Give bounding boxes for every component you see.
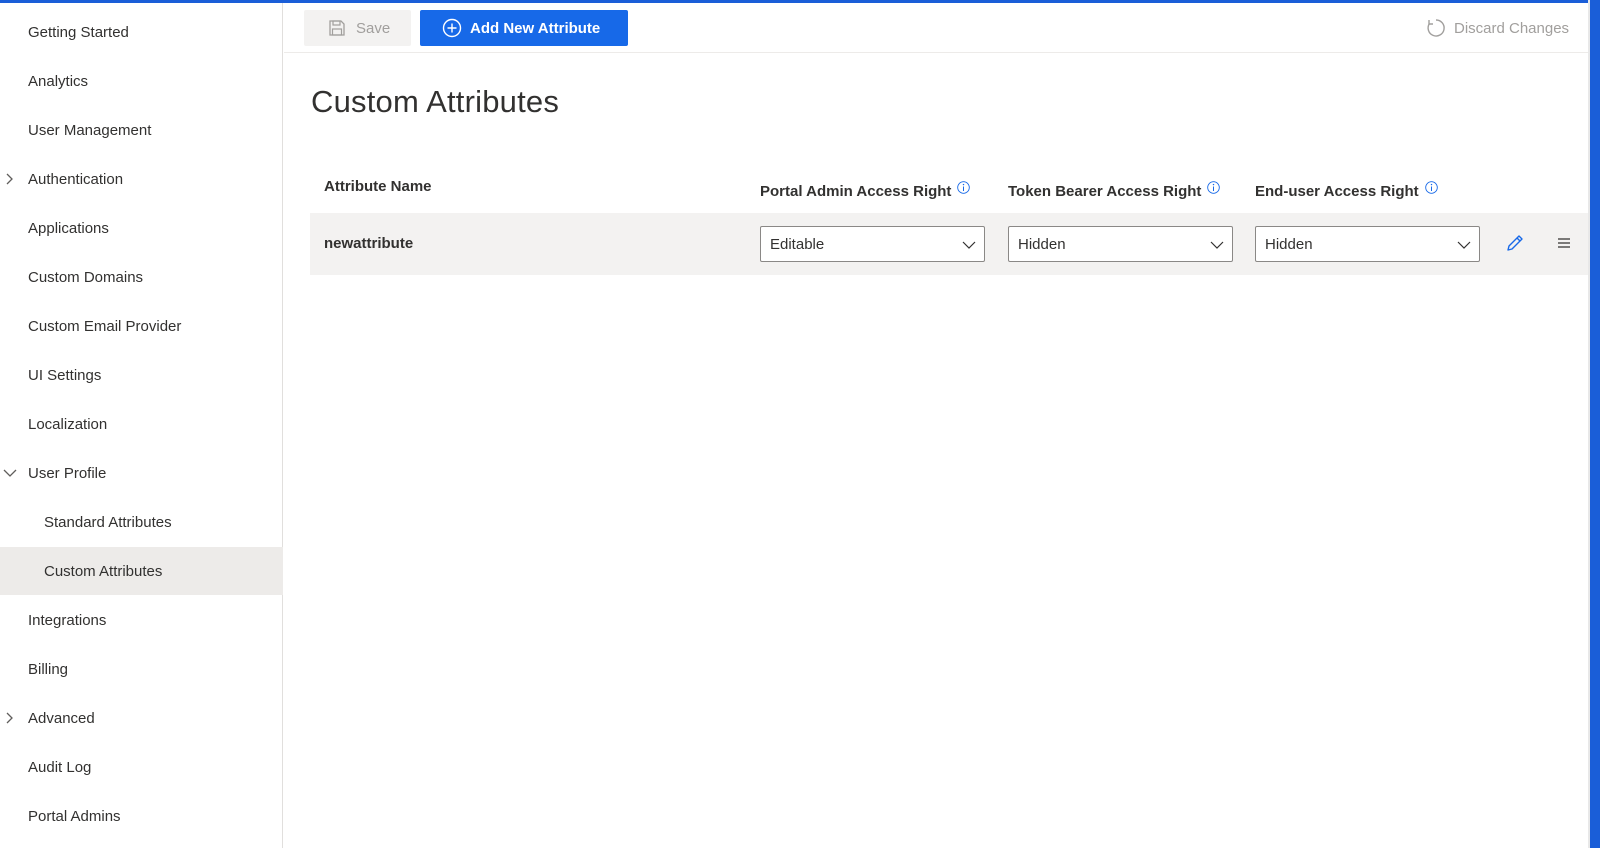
discard-changes-button[interactable]: Discard Changes bbox=[1426, 10, 1576, 46]
sidebar-item-authentication[interactable]: Authentication bbox=[0, 155, 283, 203]
sidebar-item-user-management[interactable]: User Management bbox=[0, 106, 283, 154]
column-header-token-bearer: Token Bearer Access Right bbox=[1008, 181, 1221, 200]
save-button-label: Save bbox=[356, 19, 391, 37]
chevron-down-icon bbox=[1457, 241, 1471, 249]
sidebar-item-label: Custom Domains bbox=[28, 268, 144, 286]
sidebar-item-label: Authentication bbox=[28, 170, 124, 188]
dropdown-value: Hidden bbox=[1018, 236, 1066, 253]
sidebar-item-label: Standard Attributes bbox=[44, 513, 172, 531]
add-new-attribute-button[interactable]: Add New Attribute bbox=[420, 10, 628, 46]
sidebar-item-user-profile[interactable]: User Profile bbox=[0, 449, 283, 497]
sidebar-item-custom-domains[interactable]: Custom Domains bbox=[0, 253, 283, 301]
discard-changes-label: Discard Changes bbox=[1454, 19, 1570, 37]
sidebar-item-label: Custom Attributes bbox=[44, 562, 163, 580]
sidebar-item-analytics[interactable]: Analytics bbox=[0, 57, 283, 105]
sidebar-item-billing[interactable]: Billing bbox=[0, 645, 283, 693]
info-icon[interactable] bbox=[957, 181, 971, 194]
sidebar-item-label: Applications bbox=[28, 219, 109, 237]
sidebar-item-label: Portal Admins bbox=[28, 807, 121, 825]
command-bar: Save Add New Attribute Discard Changes bbox=[284, 3, 1588, 53]
column-header-label: Token Bearer Access Right bbox=[1008, 183, 1202, 200]
sidebar-item-getting-started[interactable]: Getting Started bbox=[0, 8, 283, 56]
dropdown-value: Editable bbox=[770, 236, 825, 253]
edit-icon[interactable] bbox=[1504, 232, 1526, 254]
sidebar-item-label: Audit Log bbox=[28, 758, 92, 776]
chevron-down-icon bbox=[962, 241, 976, 249]
sidebar-item-label: Billing bbox=[28, 660, 69, 678]
sidebar-item-label: UI Settings bbox=[28, 366, 102, 384]
sidebar-item-label: Custom Email Provider bbox=[28, 317, 182, 335]
save-button[interactable]: Save bbox=[304, 10, 411, 46]
column-header-end-user: End-user Access Right bbox=[1255, 181, 1438, 200]
portal-admin-access-dropdown[interactable]: Editable bbox=[760, 226, 985, 262]
drag-handle-icon[interactable] bbox=[1556, 235, 1572, 251]
table-row: newattribute Editable Hidden Hidden bbox=[310, 213, 1588, 275]
sidebar-nav: Getting Started Analytics User Managemen… bbox=[0, 3, 283, 848]
column-header-label: Attribute Name bbox=[324, 178, 432, 195]
page-title: Custom Attributes bbox=[311, 84, 560, 119]
sidebar-item-label: Analytics bbox=[28, 72, 89, 90]
add-circle-icon bbox=[442, 18, 462, 38]
sidebar-item-custom-email-provider[interactable]: Custom Email Provider bbox=[0, 302, 283, 350]
sidebar-item-label: User Management bbox=[28, 121, 152, 139]
sidebar-item-standard-attributes[interactable]: Standard Attributes bbox=[0, 498, 283, 546]
refresh-icon bbox=[1427, 19, 1445, 37]
add-new-attribute-label: Add New Attribute bbox=[470, 19, 601, 37]
chevron-right-icon[interactable] bbox=[3, 711, 17, 725]
chevron-down-icon bbox=[1210, 241, 1224, 249]
column-header-attribute-name: Attribute Name bbox=[324, 178, 432, 195]
sidebar-item-custom-attributes[interactable]: Custom Attributes bbox=[0, 547, 283, 595]
save-icon bbox=[329, 20, 345, 36]
sidebar-item-localization[interactable]: Localization bbox=[0, 400, 283, 448]
sidebar-item-label: Localization bbox=[28, 415, 108, 433]
chevron-right-icon[interactable] bbox=[3, 172, 17, 186]
attribute-name-cell: newattribute bbox=[324, 235, 414, 252]
sidebar-item-audit-log[interactable]: Audit Log bbox=[0, 743, 283, 791]
sidebar-item-label: Getting Started bbox=[28, 23, 129, 41]
sidebar-item-label: Integrations bbox=[28, 611, 107, 629]
sidebar-item-label: User Profile bbox=[28, 464, 107, 482]
column-header-portal-admin: Portal Admin Access Right bbox=[760, 181, 971, 200]
column-header-label: End-user Access Right bbox=[1255, 183, 1419, 200]
sidebar-item-advanced[interactable]: Advanced bbox=[0, 694, 283, 742]
sidebar-item-label: Advanced bbox=[28, 709, 95, 727]
column-header-label: Portal Admin Access Right bbox=[760, 183, 952, 200]
sidebar-item-portal-admins[interactable]: Portal Admins bbox=[0, 792, 283, 840]
sidebar-item-applications[interactable]: Applications bbox=[0, 204, 283, 252]
info-icon[interactable] bbox=[1207, 181, 1221, 194]
token-bearer-access-dropdown[interactable]: Hidden bbox=[1008, 226, 1233, 262]
end-user-access-dropdown[interactable]: Hidden bbox=[1255, 226, 1480, 262]
chevron-down-icon[interactable] bbox=[3, 466, 17, 480]
sidebar-item-ui-settings[interactable]: UI Settings bbox=[0, 351, 283, 399]
info-icon[interactable] bbox=[1424, 181, 1438, 194]
dropdown-value: Hidden bbox=[1265, 236, 1313, 253]
window-edge bbox=[1590, 0, 1600, 848]
sidebar-item-integrations[interactable]: Integrations bbox=[0, 596, 283, 644]
